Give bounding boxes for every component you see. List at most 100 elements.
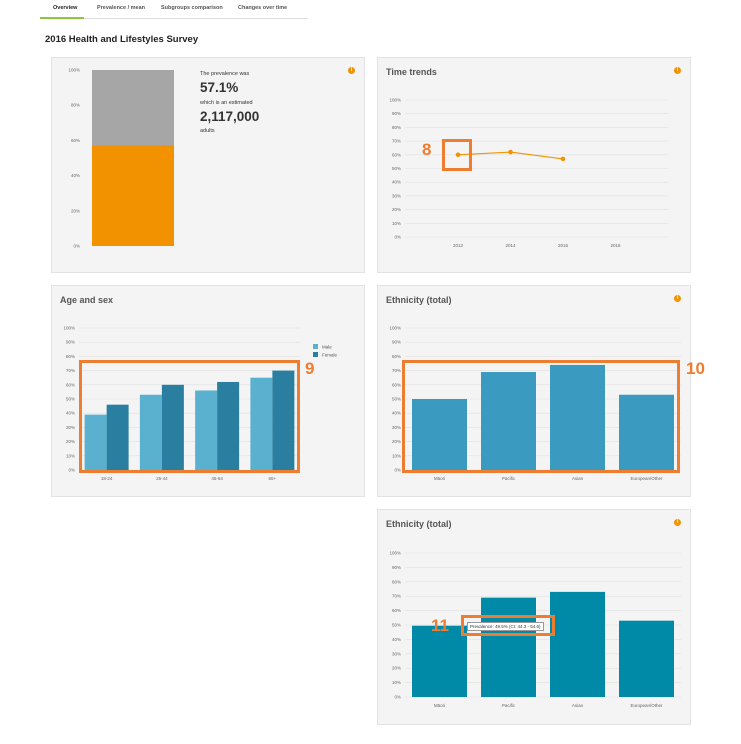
- prevalence-bar: [92, 145, 174, 246]
- y-tick-label: 100%: [389, 98, 401, 103]
- y-tick-label: 80%: [392, 354, 401, 359]
- tab-overview[interactable]: Overview: [53, 5, 77, 11]
- y-tick-label: 20%: [392, 666, 401, 671]
- x-tick-label: 65+: [269, 476, 277, 481]
- x-tick-label: Asian: [572, 476, 584, 481]
- annotation-label-8: 8: [422, 140, 432, 159]
- x-tick-label: 18-24: [101, 476, 113, 481]
- y-tick-label: 90%: [392, 565, 401, 570]
- x-tick-label: 25-44: [156, 476, 168, 481]
- tab-prevalence-mean[interactable]: Prevalence / mean: [97, 5, 145, 11]
- y-tick-label: 20%: [392, 207, 401, 212]
- y-tick-label: 70%: [66, 368, 75, 373]
- annotation-label-11: 11: [431, 616, 449, 635]
- estimate-label: which is an estimated: [200, 100, 253, 106]
- y-tick-label: 30%: [392, 651, 401, 656]
- y-tick-label: 90%: [392, 340, 401, 345]
- remainder-bar: [92, 70, 174, 146]
- time-trends-chart: 100% 90% 80% 70% 60% 50% 40% 30% 20% 10% 0% 2012 201…: [389, 98, 668, 248]
- y-tick-label: 80%: [66, 354, 75, 359]
- data-point: [508, 149, 513, 155]
- y-tick-label: 20%: [66, 439, 75, 444]
- y-tick-label: 30%: [392, 193, 401, 198]
- legend-swatch: [313, 352, 318, 357]
- prevalence-label: The prevalence was: [200, 71, 250, 77]
- prevalence-value: 57.1%: [200, 80, 239, 95]
- data-point: [560, 156, 566, 162]
- y-tick-label: 80%: [71, 103, 80, 108]
- x-tick-label: 2014: [505, 243, 516, 248]
- active-tab-indicator: [40, 17, 84, 19]
- y-tick-label: 90%: [392, 111, 401, 116]
- y-tick-label: 100%: [68, 68, 80, 73]
- y-tick-label: 80%: [392, 125, 401, 130]
- x-tick-label: Pacific: [502, 476, 516, 481]
- annotation-box-11: [461, 615, 555, 636]
- y-tick-label: 50%: [392, 397, 401, 402]
- y-tick-label: 10%: [392, 453, 401, 458]
- x-tick-label: European/Other: [630, 703, 663, 708]
- y-tick-label: 0%: [394, 695, 401, 700]
- bar: [481, 597, 536, 697]
- y-tick-label: 10%: [66, 453, 75, 458]
- y-tick-label: 60%: [392, 152, 401, 157]
- bar: [619, 620, 674, 697]
- tab-subgroups-comparison[interactable]: Subgroups comparison: [161, 5, 223, 11]
- y-tick-label: 0%: [73, 244, 80, 249]
- y-tick-label: 70%: [392, 139, 401, 144]
- legend-label: Female: [322, 352, 338, 357]
- x-tick-label: Pacific: [502, 703, 516, 708]
- y-tick-label: 10%: [392, 221, 401, 226]
- y-tick-label: 0%: [394, 468, 401, 473]
- x-tick-label: 2012: [453, 243, 464, 248]
- y-tick-label: 40%: [392, 637, 401, 642]
- y-tick-label: 80%: [392, 579, 401, 584]
- prevalence-panel: i 100% 80% 60% 40% 20% 0% The prevalence was …: [51, 57, 365, 273]
- estimated-count: 2,117,000: [200, 109, 260, 124]
- annotation-box-10: [402, 360, 680, 473]
- annotation-box-9: [79, 360, 300, 473]
- x-tick-label: 2016: [558, 243, 569, 248]
- legend-label: Male: [322, 344, 332, 349]
- y-tick-label: 70%: [392, 368, 401, 373]
- y-tick-label: 40%: [392, 411, 401, 416]
- y-tick-label: 60%: [392, 608, 401, 613]
- y-tick-label: 50%: [392, 623, 401, 628]
- y-tick-label: 30%: [392, 425, 401, 430]
- time-trends-panel: Time trends i 100% 90% 80% 70% 60% 50% 40% 30% 2…: [377, 57, 691, 273]
- annotation-label-10: 10: [686, 359, 705, 378]
- y-tick-label: 100%: [63, 326, 75, 331]
- y-tick-label: 90%: [66, 340, 75, 345]
- x-tick-label: 2018: [610, 243, 621, 248]
- tab-changes-over-time[interactable]: Changes over time: [238, 5, 287, 11]
- y-tick-label: 60%: [392, 382, 401, 387]
- y-tick-label: 60%: [71, 138, 80, 143]
- y-tick-label: 100%: [389, 551, 401, 556]
- y-tick-label: 0%: [394, 235, 401, 240]
- legend-swatch: [313, 344, 318, 349]
- y-tick-label: 40%: [392, 180, 401, 185]
- annotation-label-9: 9: [305, 359, 315, 378]
- y-tick-label: 60%: [66, 382, 75, 387]
- annotation-box-8: [442, 139, 472, 171]
- y-tick-label: 50%: [392, 166, 401, 171]
- y-tick-label: 40%: [71, 173, 80, 178]
- y-tick-label: 20%: [392, 439, 401, 444]
- x-tick-label: Māori: [434, 476, 445, 481]
- y-tick-label: 20%: [71, 208, 80, 213]
- bar: [550, 591, 605, 697]
- x-tick-label: 45-64: [211, 476, 223, 481]
- y-tick-label: 30%: [66, 425, 75, 430]
- page-title: 2016 Health and Lifestyles Survey: [45, 34, 199, 45]
- tab-bar: Overview Prevalence / mean Subgroups com…: [40, 0, 308, 19]
- x-tick-label: Asian: [572, 703, 584, 708]
- adults-label: adults: [200, 128, 215, 134]
- x-tick-label: Māori: [434, 703, 445, 708]
- y-tick-label: 50%: [66, 397, 75, 402]
- y-tick-label: 40%: [66, 411, 75, 416]
- bar: [412, 625, 467, 697]
- y-tick-label: 70%: [392, 594, 401, 599]
- y-tick-label: 10%: [392, 680, 401, 685]
- y-tick-label: 0%: [68, 468, 75, 473]
- x-tick-label: European/Other: [630, 476, 663, 481]
